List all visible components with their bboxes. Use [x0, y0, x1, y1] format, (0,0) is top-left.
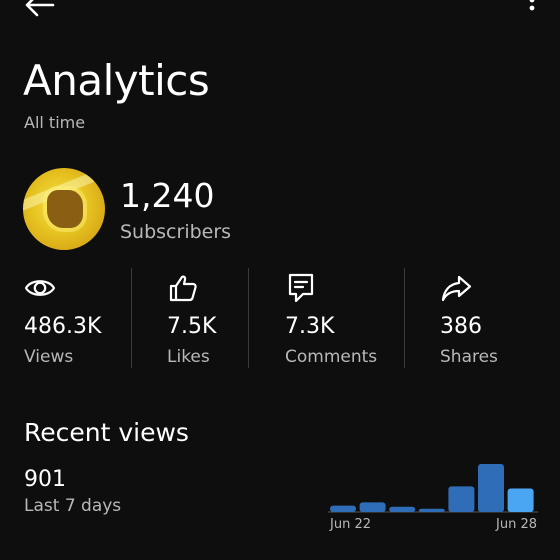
chart-bar[interactable] [448, 486, 475, 512]
back-arrow-icon[interactable] [22, 0, 56, 20]
likes-value: 7.5K [167, 314, 217, 339]
x-tick-label-start: Jun 22 [329, 517, 371, 532]
share-icon [441, 275, 472, 302]
shares-value: 386 [440, 314, 482, 339]
stat-views[interactable]: 486.3K Views [24, 272, 101, 367]
comment-icon [288, 273, 314, 303]
channel-avatar [23, 168, 105, 250]
more-vert-icon[interactable] [524, 0, 540, 22]
page-title: Analytics [23, 56, 210, 105]
chart-bar[interactable] [478, 464, 504, 512]
subscriber-count: 1,240 [120, 176, 215, 215]
chart-bar[interactable] [330, 505, 356, 512]
thumbs-up-icon [169, 275, 197, 302]
chart-bar[interactable] [418, 508, 445, 512]
x-tick-label-end: Jun 28 [495, 517, 537, 532]
chart-bar[interactable] [507, 488, 534, 513]
divider [404, 268, 405, 368]
views-value: 486.3K [24, 314, 102, 339]
stat-comments[interactable]: 7.3K Comments [285, 272, 377, 367]
chart-bar[interactable] [389, 506, 416, 512]
shares-label: Shares [440, 347, 498, 367]
subscriber-label: Subscribers [120, 221, 232, 243]
divider [131, 268, 132, 368]
stat-shares[interactable]: 386 Shares [440, 272, 498, 367]
eye-icon [24, 280, 56, 296]
recent-views-chart[interactable]: Jun 22 Jun 28 [326, 456, 540, 536]
chart-bar[interactable] [359, 502, 386, 512]
period-label[interactable]: All time [24, 113, 85, 132]
views-label: Views [24, 347, 74, 367]
comments-value: 7.3K [285, 314, 335, 339]
likes-label: Likes [167, 347, 210, 367]
divider [248, 268, 249, 368]
comments-label: Comments [285, 347, 378, 367]
stat-likes[interactable]: 7.5K Likes [167, 272, 216, 367]
analytics-screen: Analytics All time 1,240 Subscribers 486… [0, 0, 560, 560]
recent-views-title: Recent views [24, 418, 189, 447]
recent-views-period: Last 7 days [24, 496, 122, 516]
recent-views-value: 901 [24, 467, 66, 492]
